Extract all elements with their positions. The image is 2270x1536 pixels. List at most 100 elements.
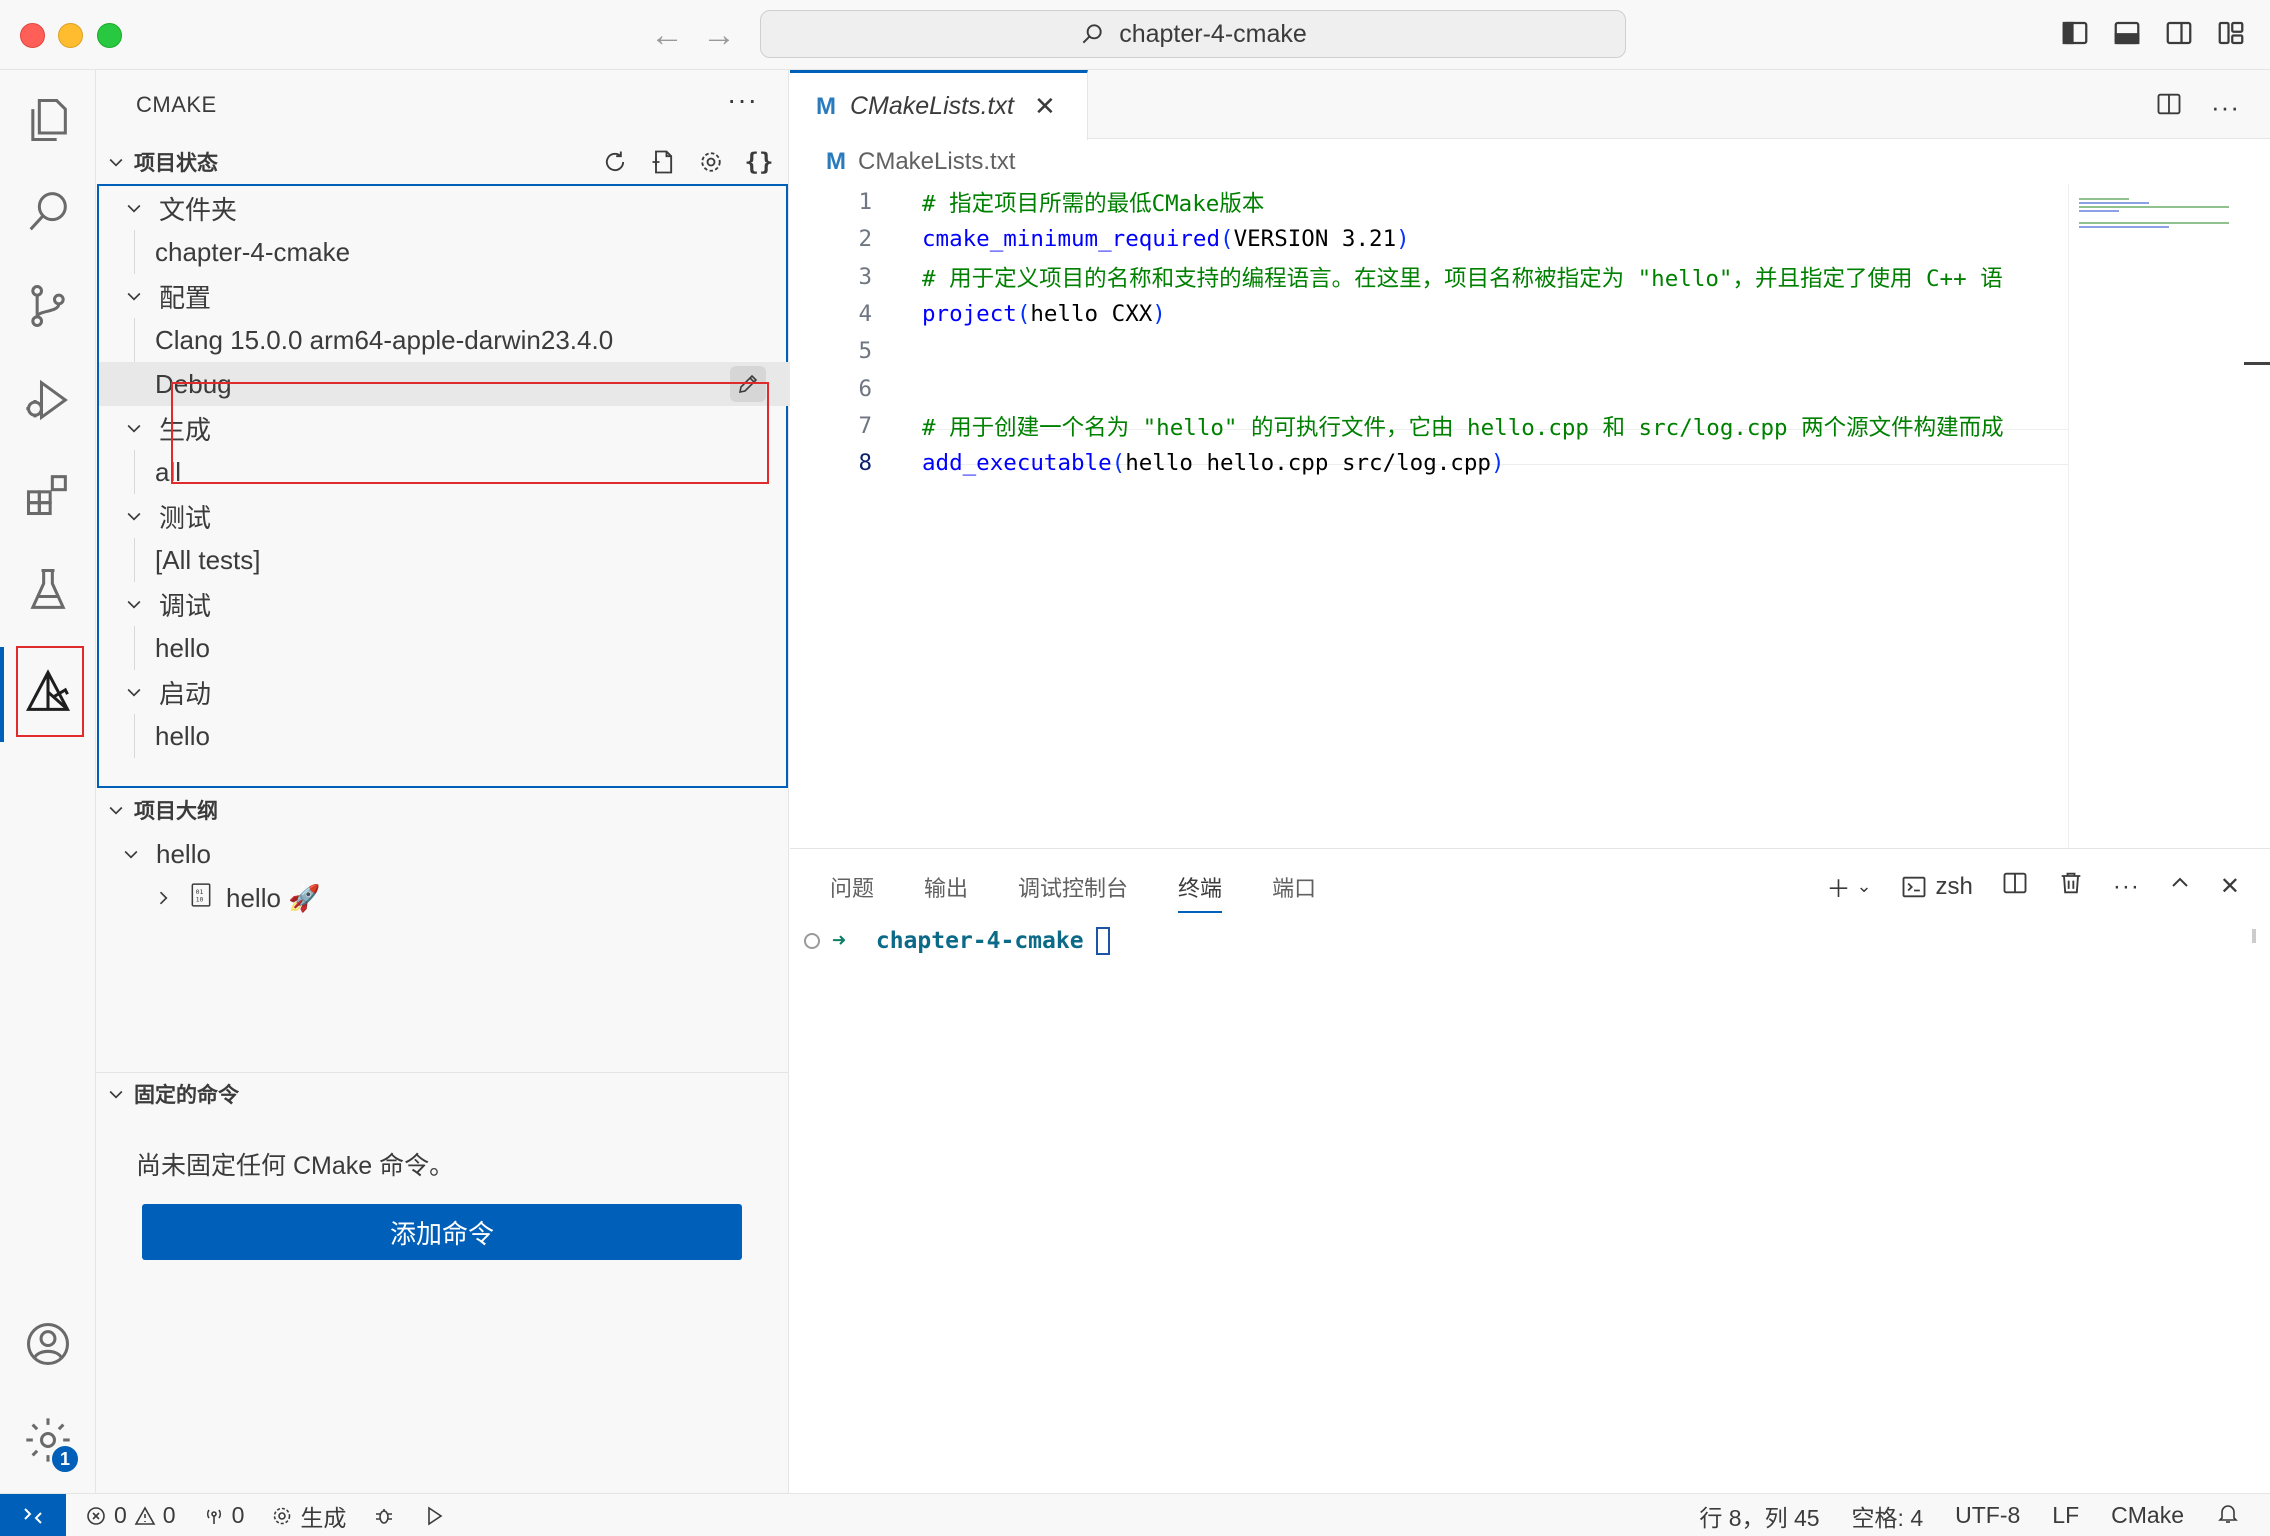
outline-target-node[interactable]: 01 10 hello 🚀 xyxy=(96,876,789,920)
line-number: 3 xyxy=(858,263,872,290)
cmake-build-status[interactable]: 生成 xyxy=(270,1499,346,1533)
breadcrumb-file[interactable]: CMakeLists.txt xyxy=(858,148,1015,176)
tree-folder-node[interactable]: 文件夹 xyxy=(99,186,790,230)
code-token: project xyxy=(922,300,1017,327)
split-editor-icon[interactable] xyxy=(2155,90,2183,125)
code-token: hello hello.cpp src/log.cpp xyxy=(1125,450,1491,477)
command-center-search[interactable]: chapter-4-cmake xyxy=(760,10,1626,58)
launch-play-icon[interactable] xyxy=(422,1504,446,1528)
line-number: 6 xyxy=(858,375,872,402)
ports-status[interactable]: 0 xyxy=(202,1502,244,1529)
panel-tab[interactable]: 输出 xyxy=(924,871,968,913)
pinned-commands-header[interactable]: 固定的命令 xyxy=(96,1074,789,1114)
line-source: # 用于创建一个名为 "hello" 的可执行文件，它由 hello.cpp 和… xyxy=(922,410,2004,442)
tree-debug-value[interactable]: hello xyxy=(99,626,790,670)
back-arrow-icon[interactable]: ← xyxy=(650,18,684,52)
code-line[interactable]: 4 project(hello CXX) xyxy=(790,296,2068,332)
close-panel-icon[interactable]: ✕ xyxy=(2220,872,2240,901)
terminal-prompt[interactable]: ➜ chapter-4-cmake xyxy=(804,927,1110,955)
terminal-scrollbar[interactable] xyxy=(2252,929,2256,943)
tree-debug-node[interactable]: 调试 xyxy=(99,582,790,626)
cmake-file-icon: M xyxy=(816,92,836,120)
code-line[interactable]: 1 # 指定项目所需的最低CMake版本 xyxy=(790,184,2068,220)
explorer-icon[interactable] xyxy=(18,90,78,150)
tree-test-node[interactable]: 测试 xyxy=(99,494,790,538)
panel-tab[interactable]: 终端 xyxy=(1178,871,1223,913)
indentation-status[interactable]: 空格: 4 xyxy=(1852,1499,1924,1533)
debug-bug-icon[interactable] xyxy=(372,1504,396,1528)
terminal-shell-selector[interactable]: zsh xyxy=(1900,873,1973,901)
code-line[interactable]: 3 # 用于定义项目的名称和支持的编程语言。在这里，项目名称被指定为 "hello… xyxy=(790,259,2068,295)
code-token: # 用于创建一个名为 "hello" 的可执行文件，它由 hello.cpp 和… xyxy=(922,414,2004,441)
panel-tab[interactable]: 端口 xyxy=(1272,871,1316,913)
tree-launch-value[interactable]: hello xyxy=(99,714,790,758)
new-terminal-icon[interactable]: ＋ xyxy=(1826,869,1850,904)
code-line[interactable]: 7 # 用于创建一个名为 "hello" 的可执行文件，它由 hello.cpp … xyxy=(790,408,2068,444)
project-status-title: 项目状态 xyxy=(134,152,218,175)
zoom-window-button[interactable] xyxy=(97,23,122,48)
chevron-down-icon xyxy=(106,844,156,864)
sidebar-more-actions-button[interactable]: ··· xyxy=(727,84,758,116)
tree-config-node[interactable]: 配置 xyxy=(99,274,790,318)
build-status-label: 生成 xyxy=(300,1504,347,1531)
accounts-icon[interactable] xyxy=(18,1314,78,1374)
code-line[interactable]: 8 add_executable(hello hello.cpp src/log.… xyxy=(790,445,2068,481)
project-status-header[interactable]: 项目状态 {} xyxy=(96,142,789,182)
tab-cmakelists[interactable]: M CMakeLists.txt ✕ xyxy=(790,70,1088,140)
project-outline-header[interactable]: 项目大纲 xyxy=(96,790,789,830)
eol-status[interactable]: LF xyxy=(2052,1502,2079,1529)
minimize-window-button[interactable] xyxy=(58,23,83,48)
search-icon[interactable] xyxy=(18,182,78,242)
status-bar: 0 0 0 生成 行 8，列 45 空格: 4 UTF-8 LF CMake xyxy=(0,1493,2270,1536)
remote-indicator-icon[interactable] xyxy=(0,1494,66,1536)
folder-label: 文件夹 xyxy=(159,194,238,225)
source-control-icon[interactable] xyxy=(18,276,78,336)
extensions-icon[interactable] xyxy=(18,464,78,524)
toggle-primary-sidebar-icon[interactable] xyxy=(2060,18,2090,48)
outline-project-node[interactable]: hello xyxy=(96,832,789,876)
tree-folder-value[interactable]: chapter-4-cmake xyxy=(99,230,790,274)
code-line[interactable]: 5 xyxy=(790,333,2068,369)
customize-layout-icon[interactable] xyxy=(2216,18,2246,48)
settings-gear-icon[interactable] xyxy=(695,146,727,178)
notifications-bell-icon[interactable] xyxy=(2216,1501,2240,1531)
active-view-indicator xyxy=(0,647,4,742)
add-command-button[interactable]: 添加命令 xyxy=(142,1204,742,1260)
trash-icon[interactable] xyxy=(2057,869,2085,904)
tree-test-value[interactable]: [All tests] xyxy=(99,538,790,582)
panel-more-icon[interactable]: ··· xyxy=(2113,873,2140,901)
command-decoration-icon[interactable] xyxy=(804,933,820,949)
chevron-down-icon[interactable]: ⌄ xyxy=(1856,876,1871,897)
minimap[interactable] xyxy=(2068,184,2238,848)
tree-launch-node[interactable]: 启动 xyxy=(99,670,790,714)
testing-icon[interactable] xyxy=(18,560,78,620)
forward-arrow-icon[interactable]: → xyxy=(702,18,736,52)
launch-label: 启动 xyxy=(159,678,212,709)
run-and-debug-icon[interactable] xyxy=(18,370,78,430)
chevron-down-icon xyxy=(96,152,134,172)
open-json-braces-icon[interactable]: {} xyxy=(743,146,775,178)
code-line[interactable]: 6 xyxy=(790,371,2068,407)
problems-status[interactable]: 0 0 xyxy=(84,1502,176,1529)
code-token: VERSION 3.21 xyxy=(1233,226,1397,253)
close-window-button[interactable] xyxy=(20,23,45,48)
scrollbar-marker[interactable] xyxy=(2244,362,2270,365)
maximize-panel-icon[interactable] xyxy=(2168,871,2192,902)
cursor-position[interactable]: 行 8，列 45 xyxy=(1699,1499,1819,1533)
editor-more-actions-icon[interactable]: ··· xyxy=(2211,92,2240,123)
split-terminal-icon[interactable] xyxy=(2001,869,2029,904)
outline-target-label: hello 🚀 xyxy=(226,882,321,913)
section-divider xyxy=(96,1072,789,1073)
language-mode[interactable]: CMake xyxy=(2111,1502,2184,1529)
toggle-secondary-sidebar-icon[interactable] xyxy=(2164,18,2194,48)
code-token: ( xyxy=(1016,300,1031,327)
encoding-status[interactable]: UTF-8 xyxy=(1955,1502,2020,1529)
toggle-panel-icon[interactable] xyxy=(2112,18,2142,48)
close-icon[interactable]: ✕ xyxy=(1034,91,1056,122)
panel-tab[interactable]: 问题 xyxy=(830,871,874,913)
refresh-icon[interactable] xyxy=(599,146,631,178)
panel-tab[interactable]: 调试控制台 xyxy=(1018,871,1128,913)
code-line[interactable]: 2 cmake_minimum_required(VERSION 3.21) xyxy=(790,221,2068,257)
tree-kit-value[interactable]: Clang 15.0.0 arm64-apple-darwin23.4.0 xyxy=(99,318,790,362)
delete-cache-icon[interactable] xyxy=(647,146,679,178)
